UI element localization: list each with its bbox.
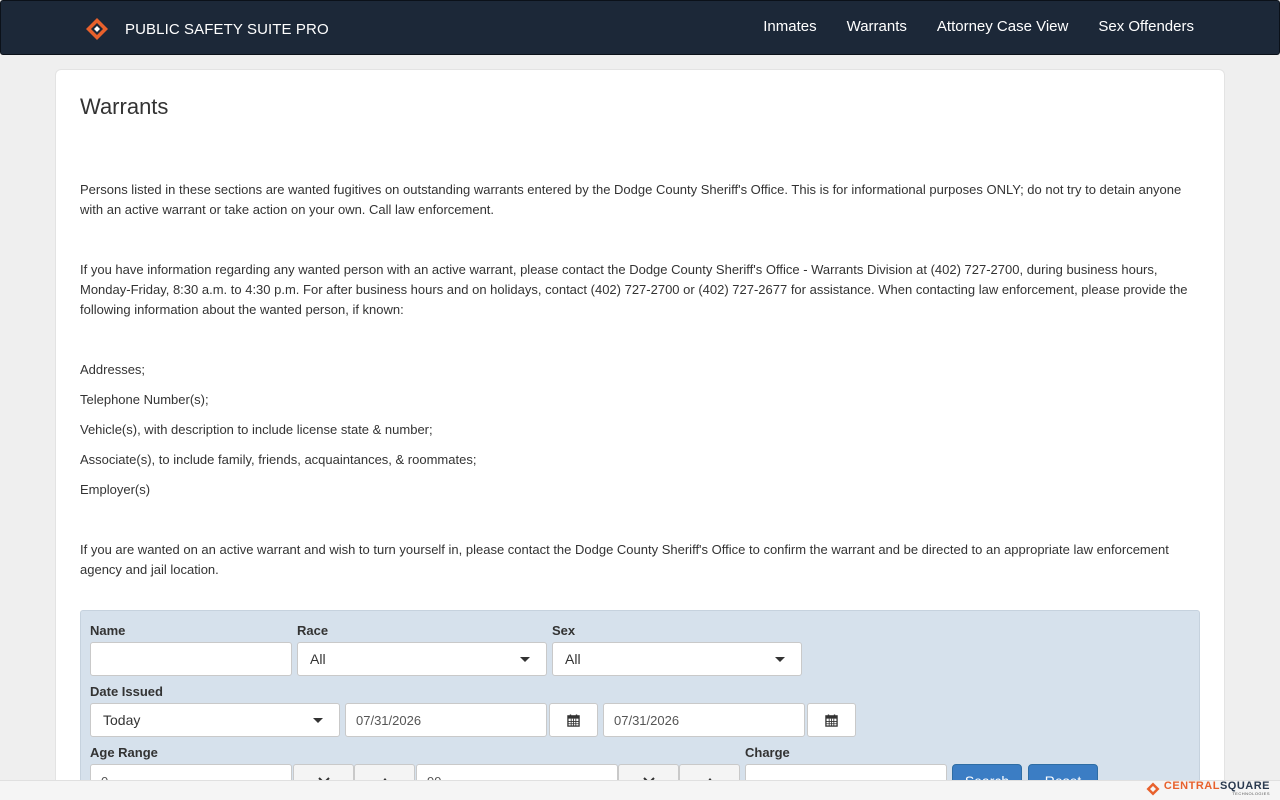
- footer-logo-text: CENTRALSQUARE TECHNOLOGIES: [1164, 781, 1270, 796]
- footer-logo[interactable]: CENTRALSQUARE TECHNOLOGIES: [1146, 781, 1270, 796]
- list-item: Addresses;: [80, 362, 146, 377]
- nav-link-inmates[interactable]: Inmates: [763, 18, 816, 35]
- date-issued-select[interactable]: Today: [90, 703, 340, 737]
- intro-paragraph: Persons listed in these sections are wan…: [80, 182, 1182, 217]
- brand[interactable]: PUBLIC SAFETY SUITE PRO: [85, 16, 329, 42]
- footer-logo-subtext: TECHNOLOGIES: [1232, 791, 1270, 796]
- info-list: Addresses; Telephone Number(s); Vehicle(…: [80, 360, 476, 510]
- top-navbar: PUBLIC SAFETY SUITE PRO Inmates Warrants…: [0, 0, 1280, 55]
- contact-paragraph: If you have information regarding any wa…: [80, 262, 1188, 317]
- age-range-label: Age Range: [90, 745, 158, 760]
- charge-label: Charge: [745, 745, 790, 760]
- race-select[interactable]: All: [297, 642, 547, 676]
- surrender-paragraph: If you are wanted on an active warrant a…: [80, 542, 1169, 577]
- name-input[interactable]: [90, 642, 292, 676]
- main-card: Warrants Persons listed in these section…: [55, 69, 1225, 800]
- caret-down-icon: [520, 657, 530, 662]
- caret-down-icon: [775, 657, 785, 662]
- nav-link-warrants[interactable]: Warrants: [847, 18, 907, 35]
- sex-select[interactable]: All: [552, 642, 802, 676]
- date-to-calendar-button[interactable]: [807, 703, 856, 737]
- nav-links: Inmates Warrants Attorney Case View Sex …: [763, 18, 1194, 35]
- race-select-value: All: [310, 651, 326, 667]
- date-from-calendar-button[interactable]: [549, 703, 598, 737]
- calendar-icon: [825, 713, 838, 727]
- footer-logo-text-a: CENTRAL: [1163, 780, 1220, 792]
- page-title: Warrants: [80, 94, 169, 119]
- centralsquare-logo-icon: [1146, 782, 1160, 795]
- calendar-icon: [567, 713, 580, 727]
- brand-logo-icon: [86, 18, 108, 40]
- search-panel: Name Race All Sex All Date Issued Today: [80, 610, 1200, 798]
- date-issued-label: Date Issued: [90, 684, 163, 699]
- sex-label: Sex: [552, 623, 576, 638]
- date-to-input[interactable]: [603, 703, 805, 737]
- list-item: Employer(s): [80, 482, 151, 497]
- brand-name: PUBLIC SAFETY SUITE PRO: [125, 20, 329, 38]
- date-from-input[interactable]: [345, 703, 547, 737]
- caret-down-icon: [313, 718, 323, 723]
- race-label: Race: [297, 623, 329, 638]
- name-label: Name: [90, 623, 126, 638]
- list-item: Associate(s), to include family, friends…: [80, 452, 477, 467]
- nav-link-sex-offenders[interactable]: Sex Offenders: [1098, 18, 1194, 35]
- sex-select-value: All: [565, 651, 581, 667]
- list-item: Telephone Number(s);: [80, 392, 209, 407]
- nav-link-attorney-case-view[interactable]: Attorney Case View: [937, 18, 1068, 35]
- footer-bar: CENTRALSQUARE TECHNOLOGIES: [0, 780, 1280, 800]
- date-issued-select-value: Today: [103, 712, 141, 728]
- list-item: Vehicle(s), with description to include …: [80, 422, 433, 437]
